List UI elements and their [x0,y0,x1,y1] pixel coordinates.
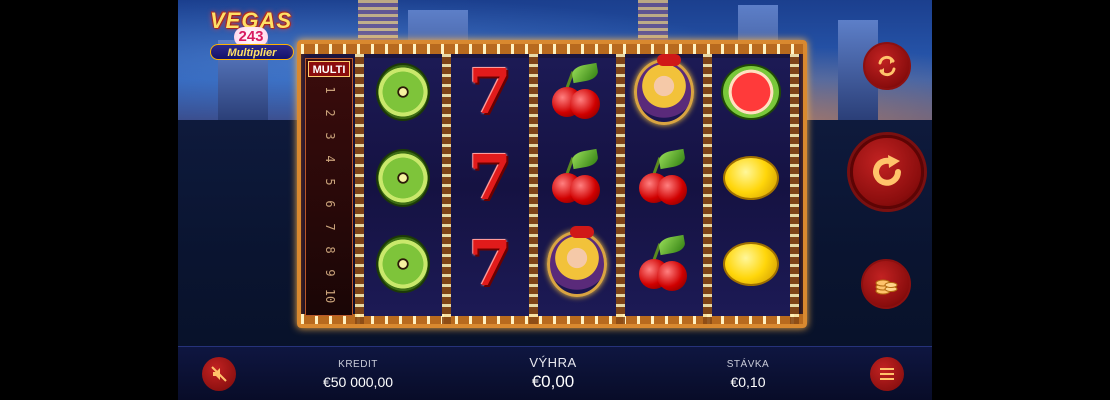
multiplier-level: 5 [323,177,337,186]
bet-label: STÁVKA [726,359,770,370]
seven-symbol: 7 [460,227,520,300]
multiplier-level: 3 [323,132,337,140]
watermelon-icon [721,64,781,120]
seven-icon: 7 [468,141,512,214]
multiplier-panel: MULTI 1 2 3 4 5 6 7 8 9 10 [305,58,353,316]
bet-display: STÁVKA €0,10 [708,359,788,390]
kiwi-symbol [373,234,433,294]
showgirl-icon [634,54,694,125]
multiplier-level: 2 [323,109,337,117]
credit-value: €50 000,00 [322,374,394,390]
slot-game: VEGAS 243 Multiplier MULTI 1 2 3 4 5 6 7… [178,0,932,400]
cherry-icon [635,234,693,293]
reel-separator [355,54,364,324]
win-display: VÝHRA €0,00 [508,355,598,392]
reel-separator [616,54,625,324]
seven-icon: 7 [468,227,512,300]
bet-value: €0,10 [730,374,766,390]
cherry-icon [548,62,606,121]
spin-button[interactable] [850,135,924,209]
reel-separator [442,54,451,324]
cherry-icon [635,148,693,207]
kiwi-icon [376,63,430,121]
menu-button[interactable] [870,357,904,391]
reel-3 [538,58,616,316]
multiplier-label: MULTI [308,61,350,77]
win-value: €0,00 [531,372,575,391]
cherry-symbol [634,234,694,294]
kiwi-symbol [373,148,433,208]
cherry-icon [548,148,606,207]
kiwi-icon [376,235,430,293]
reel-separator [529,54,538,324]
seven-symbol: 7 [460,141,520,214]
win-label: VÝHRA [529,355,577,370]
multiplier-level: 9 [323,269,337,277]
multiplier-levels: 1 2 3 4 5 6 7 8 9 10 [320,83,340,303]
reel-frame: MULTI 1 2 3 4 5 6 7 8 9 10 7 7 7 [297,40,807,328]
multiplier-level: 7 [323,223,337,231]
showgirl-symbol [634,54,694,125]
multiplier-level: 1 [323,86,337,94]
cherry-symbol [634,148,694,208]
game-logo: VEGAS 243 Multiplier [206,8,296,74]
showgirl-symbol [547,226,607,297]
showgirl-icon [547,226,607,297]
kiwi-symbol [373,62,433,122]
sound-muted-icon [211,366,227,382]
autoplay-button[interactable] [863,42,911,90]
watermelon-symbol [721,62,781,122]
bet-button[interactable] [861,259,911,309]
spin-arrow-icon [873,155,901,186]
kiwi-icon [376,149,430,207]
sound-toggle-button[interactable] [202,357,236,391]
lemon-symbol [721,148,781,208]
bottom-bar: KREDIT €50 000,00 VÝHRA €0,00 STÁVKA €0,… [178,346,932,400]
cherry-symbol [547,62,607,122]
multiplier-level: 6 [323,200,337,208]
lemon-icon [723,156,779,200]
multiplier-level: 10 [323,288,337,304]
reel-4 [625,54,703,316]
multiplier-level: 8 [323,246,337,254]
reel-5 [712,58,790,316]
lemon-symbol [721,234,781,294]
credit-label: KREDIT [338,359,378,370]
seven-icon: 7 [468,55,512,128]
reel-1 [364,58,442,316]
hamburger-menu-icon [880,368,894,380]
logo-subtitle: Multiplier [210,44,294,60]
reel-separator [703,54,712,324]
lemon-icon [723,242,779,286]
reel-separator [790,54,799,324]
coin-stack-icon [875,279,898,295]
multiplier-level: 4 [323,155,337,163]
reel-2: 7 7 7 [451,58,529,316]
cherry-symbol [547,148,607,208]
seven-symbol: 7 [460,55,520,128]
marquee-lights-top [301,44,803,54]
credit-display: KREDIT €50 000,00 [308,359,408,390]
autoplay-arrows-icon [878,55,896,77]
